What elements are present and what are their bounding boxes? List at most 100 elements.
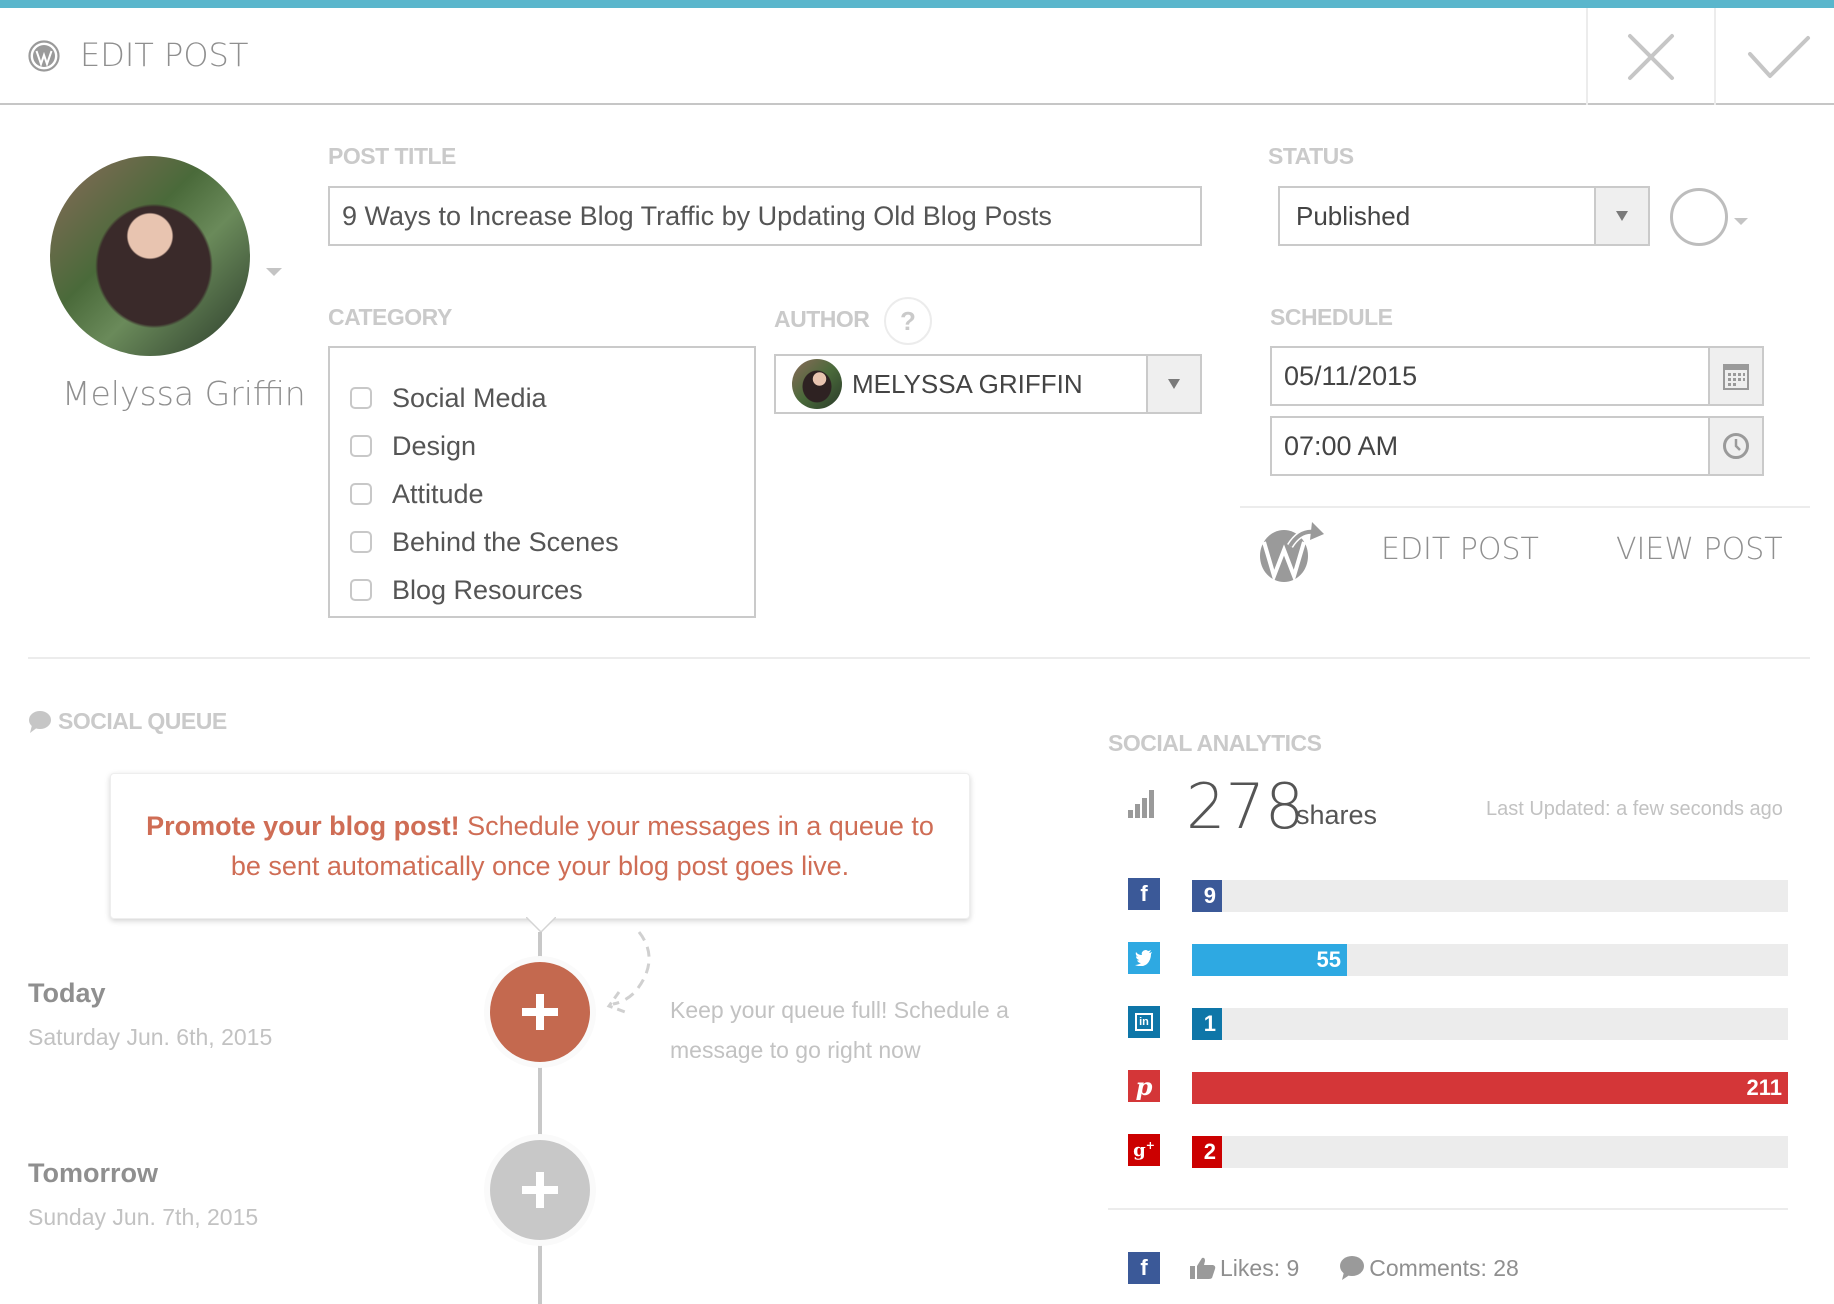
facebook-icon[interactable]: f	[1128, 878, 1160, 910]
avatar-caret-icon[interactable]	[266, 268, 282, 276]
calendar-icon	[1723, 364, 1749, 390]
status-select[interactable]: Published	[1278, 186, 1650, 246]
accent-bar	[0, 0, 1834, 8]
status-dropdown-button[interactable]	[1594, 188, 1648, 244]
category-item-design[interactable]: Design	[350, 422, 734, 470]
author-avatar	[792, 359, 842, 409]
category-label: CATEGORY	[328, 304, 452, 330]
category-item-attitude[interactable]: Attitude	[350, 470, 734, 518]
bar-track: 2	[1192, 1136, 1788, 1168]
divider	[1108, 1208, 1788, 1210]
schedule-time-value: 07:00 AM	[1284, 430, 1399, 461]
category-item-label: Behind the Scenes	[392, 526, 619, 557]
author-label: AUTHOR	[774, 306, 870, 332]
status-value: Published	[1296, 200, 1411, 231]
bar-fill-linkedin: 1	[1192, 1008, 1222, 1040]
bar-fill-facebook: 9	[1192, 880, 1222, 912]
signal-bars-icon	[1128, 790, 1154, 818]
bar-fill-twitter: 55	[1192, 944, 1347, 976]
category-item-label: Social Media	[392, 382, 547, 413]
status-color-caret-icon[interactable]	[1734, 218, 1748, 225]
category-item-social-media[interactable]: Social Media	[350, 374, 734, 422]
day-date-tomorrow: Sunday Jun. 7th, 2015	[28, 1204, 259, 1230]
network-row-twitter: 55	[1128, 942, 1788, 976]
check-icon	[1748, 35, 1810, 78]
wordpress-share-icon	[1260, 522, 1324, 583]
social-analytics-title: SOCIAL ANALYTICS	[1108, 730, 1322, 756]
comment-icon	[1340, 1256, 1365, 1280]
avatar[interactable]	[50, 156, 250, 356]
share-count-pinterest: 211	[1746, 1075, 1783, 1100]
social-queue-title: SOCIAL QUEUE	[58, 708, 227, 734]
callout-notch	[526, 917, 556, 933]
category-item-label: Blog Resources	[392, 574, 583, 605]
calendar-button[interactable]	[1708, 348, 1762, 404]
author-dropdown-button[interactable]	[1146, 356, 1200, 412]
header-bar	[0, 8, 1834, 105]
category-list: Social Media Design Attitude Behind the …	[328, 346, 756, 618]
network-row-google-plus: g+ 2	[1128, 1134, 1788, 1168]
author-select[interactable]: MELYSSA GRIFFIN	[774, 354, 1202, 414]
post-title-label: POST TITLE	[328, 143, 456, 169]
bar-track: 211	[1192, 1072, 1788, 1104]
comments-stat: Comments: 28	[1339, 1255, 1519, 1282]
checkbox[interactable]	[350, 483, 372, 505]
section-divider	[28, 657, 1810, 659]
facebook-icon: f	[1128, 1252, 1160, 1284]
share-count-facebook: 9	[1203, 883, 1216, 908]
post-title-input[interactable]	[328, 186, 1202, 246]
schedule-date-value: 05/11/2015	[1284, 360, 1418, 391]
wordpress-icon	[28, 40, 60, 72]
share-count-linkedin: 1	[1203, 1011, 1216, 1036]
plus-icon	[522, 1172, 558, 1208]
category-item-label: Attitude	[392, 478, 484, 509]
checkbox[interactable]	[350, 531, 372, 553]
category-item-blog-resources[interactable]: Blog Resources	[350, 566, 734, 614]
checkbox[interactable]	[350, 579, 372, 601]
checkbox[interactable]	[350, 387, 372, 409]
clock-button[interactable]	[1708, 418, 1762, 474]
bar-track: 9	[1192, 880, 1788, 912]
network-row-pinterest: p 211	[1128, 1070, 1788, 1104]
plus-icon	[522, 994, 558, 1030]
likes-stat: Likes: 9	[1190, 1255, 1299, 1282]
bar-track: 1	[1192, 1008, 1788, 1040]
network-row-facebook: f9	[1128, 878, 1788, 912]
help-icon[interactable]: ?	[884, 297, 932, 345]
network-row-linkedin: in 1	[1128, 1006, 1788, 1040]
schedule-time-field[interactable]: 07:00 AM	[1270, 416, 1764, 476]
thumbs-up-icon	[1190, 1257, 1216, 1279]
view-post-link[interactable]: VIEW POST	[1616, 532, 1783, 567]
author-value: MELYSSA GRIFFIN	[852, 368, 1083, 399]
pinterest-icon[interactable]: p	[1128, 1070, 1160, 1102]
bar-track: 55	[1192, 944, 1788, 976]
twitter-icon[interactable]	[1128, 942, 1160, 974]
google-plus-icon[interactable]: g+	[1128, 1134, 1160, 1166]
bar-fill-pinterest: 211	[1192, 1072, 1788, 1104]
confirm-button[interactable]	[1714, 8, 1834, 105]
bar-fill-google-plus: 2	[1192, 1136, 1222, 1168]
linkedin-icon[interactable]: in	[1128, 1006, 1160, 1038]
clock-icon	[1723, 433, 1749, 459]
profile-name: Melyssa Griffin	[62, 374, 306, 413]
status-color-picker[interactable]	[1670, 188, 1728, 246]
close-icon	[1628, 33, 1674, 80]
schedule-date-field[interactable]: 05/11/2015	[1270, 346, 1764, 406]
close-button[interactable]	[1586, 8, 1714, 105]
promo-text: Promote your blog post! Schedule your me…	[141, 806, 939, 886]
share-count-google-plus: 2	[1203, 1139, 1216, 1164]
chevron-down-icon	[1168, 379, 1180, 389]
add-message-today-button[interactable]	[490, 962, 590, 1062]
day-title-today: Today	[28, 978, 106, 1008]
day-date-today: Saturday Jun. 6th, 2015	[28, 1024, 273, 1050]
edit-post-link[interactable]: EDIT POST	[1381, 532, 1539, 567]
add-message-tomorrow-button[interactable]	[490, 1140, 590, 1240]
promo-bold: Promote your blog post!	[146, 811, 460, 841]
category-item-behind-the-scenes[interactable]: Behind the Scenes	[350, 518, 734, 566]
category-item-label: Design	[392, 430, 477, 461]
dashed-arrow-icon	[606, 931, 651, 1014]
share-count-twitter: 55	[1316, 947, 1341, 972]
divider	[1240, 506, 1810, 508]
checkbox[interactable]	[350, 435, 372, 457]
last-updated: Last Updated: a few seconds ago	[1486, 798, 1783, 820]
